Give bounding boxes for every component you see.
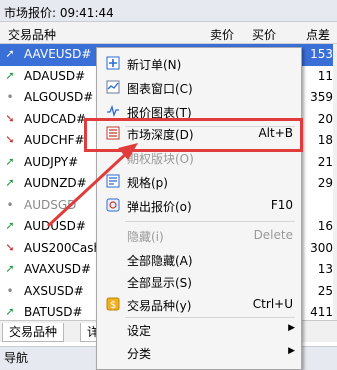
row-symbol: AAVEUSD# bbox=[24, 47, 92, 61]
submenu-arrow-icon: ▶ bbox=[288, 346, 295, 356]
context-menu: 新订单(N) 图表窗口(C) 报价图表(T) 市场深度(D) Alt+B 期权版… bbox=[96, 47, 302, 370]
row-spread: 21 bbox=[317, 154, 333, 169]
up-arrow-icon: ➚ bbox=[5, 305, 15, 318]
row-spread: 300 bbox=[310, 240, 333, 255]
row-symbol: AXSUSD# bbox=[24, 283, 84, 298]
tab-symbols[interactable]: 交易品种 bbox=[2, 323, 65, 342]
menu-item-new-order[interactable]: 新订单(N) bbox=[97, 52, 301, 74]
tick-chart-icon bbox=[105, 103, 121, 119]
down-arrow-icon: ➘ bbox=[5, 111, 15, 125]
menu-item-chart-window[interactable]: 图表窗口(C) bbox=[97, 76, 301, 98]
svg-text:$: $ bbox=[110, 300, 116, 311]
menu-item-settings[interactable]: 设定 ▶ bbox=[97, 318, 301, 340]
menu-item-category[interactable]: 分类 ▶ bbox=[97, 341, 301, 363]
row-symbol: AUDNZD# bbox=[24, 176, 87, 190]
menu-separator bbox=[125, 221, 295, 222]
menu-item-show-all[interactable]: 全部显示(S) bbox=[97, 270, 301, 292]
menu-item-symbols[interactable]: $ 交易品种(y) Ctrl+U bbox=[97, 293, 301, 315]
symbols-icon: $ bbox=[105, 296, 121, 312]
row-symbol: AUDSGD bbox=[24, 197, 77, 212]
up-arrow-icon: ➚ bbox=[5, 262, 15, 275]
menu-item-popup-quotes[interactable]: 弹出报价(o) F10 bbox=[97, 194, 301, 216]
down-arrow-icon: ➘ bbox=[5, 133, 15, 146]
vertical-scrollbar[interactable] bbox=[333, 44, 337, 320]
popup-quote-icon bbox=[105, 197, 121, 213]
plus-icon bbox=[105, 55, 121, 71]
navigator-title: 导航 bbox=[4, 351, 29, 365]
spec-icon bbox=[105, 173, 121, 189]
up-arrow-icon: ➚ bbox=[5, 219, 15, 232]
market-watch-titlebar: 市场报价: 09:41:44 bbox=[0, 0, 337, 22]
row-spread: 411 bbox=[310, 305, 333, 319]
dot-icon: • bbox=[6, 90, 14, 104]
row-symbol: AVAXUSD# bbox=[24, 262, 92, 276]
row-spread: 25 bbox=[317, 283, 333, 298]
row-symbol: BATUSD# bbox=[24, 305, 83, 319]
up-arrow-icon: ➚ bbox=[5, 154, 15, 168]
row-symbol: AUS200Cash bbox=[24, 240, 102, 255]
row-spread: 20 bbox=[317, 111, 333, 126]
down-arrow-icon: ➘ bbox=[5, 240, 15, 254]
header-ask[interactable]: 买价 bbox=[252, 26, 276, 43]
up-arrow-icon: ➚ bbox=[5, 176, 15, 189]
row-symbol: AUDUSD# bbox=[24, 219, 86, 233]
chart-window-icon bbox=[105, 79, 121, 95]
row-symbol: AUDCAD# bbox=[24, 111, 87, 126]
row-symbol: AUDCHF# bbox=[24, 133, 85, 147]
header-symbol[interactable]: 交易品种 bbox=[8, 26, 56, 43]
row-spread: 16 bbox=[317, 219, 333, 233]
menu-item-specification[interactable]: 规格(p) bbox=[97, 170, 301, 192]
header-bid[interactable]: 卖价 bbox=[210, 26, 234, 43]
row-spread: 13 bbox=[317, 262, 333, 276]
dot-icon: • bbox=[6, 283, 14, 298]
highlight-box bbox=[84, 118, 303, 152]
menu-item-hide-all[interactable]: 全部隐藏(A) bbox=[97, 248, 301, 270]
header-spread[interactable]: 点差 bbox=[306, 26, 330, 43]
row-symbol: AUDJPY# bbox=[24, 154, 79, 169]
row-symbol: ADAUSD# bbox=[24, 68, 86, 83]
row-spread: 359 bbox=[310, 90, 333, 104]
dot-icon: • bbox=[6, 197, 14, 212]
menu-item-hide[interactable]: 隐藏(i) Delete bbox=[97, 224, 301, 246]
row-spread: 11 bbox=[317, 68, 333, 83]
window-title: 市场报价: 09:41:44 bbox=[4, 6, 114, 20]
row-symbol: ALGOUSD# bbox=[24, 90, 94, 104]
up-arrow-icon: ➚ bbox=[5, 68, 15, 82]
row-spread: 153 bbox=[310, 47, 333, 61]
row-spread: 29 bbox=[317, 176, 333, 190]
table-header: 交易品种 卖价 买价 点差 bbox=[0, 22, 337, 44]
up-arrow-icon: ➚ bbox=[5, 47, 15, 60]
submenu-arrow-icon: ▶ bbox=[288, 323, 295, 333]
row-spread: 18 bbox=[317, 133, 333, 147]
